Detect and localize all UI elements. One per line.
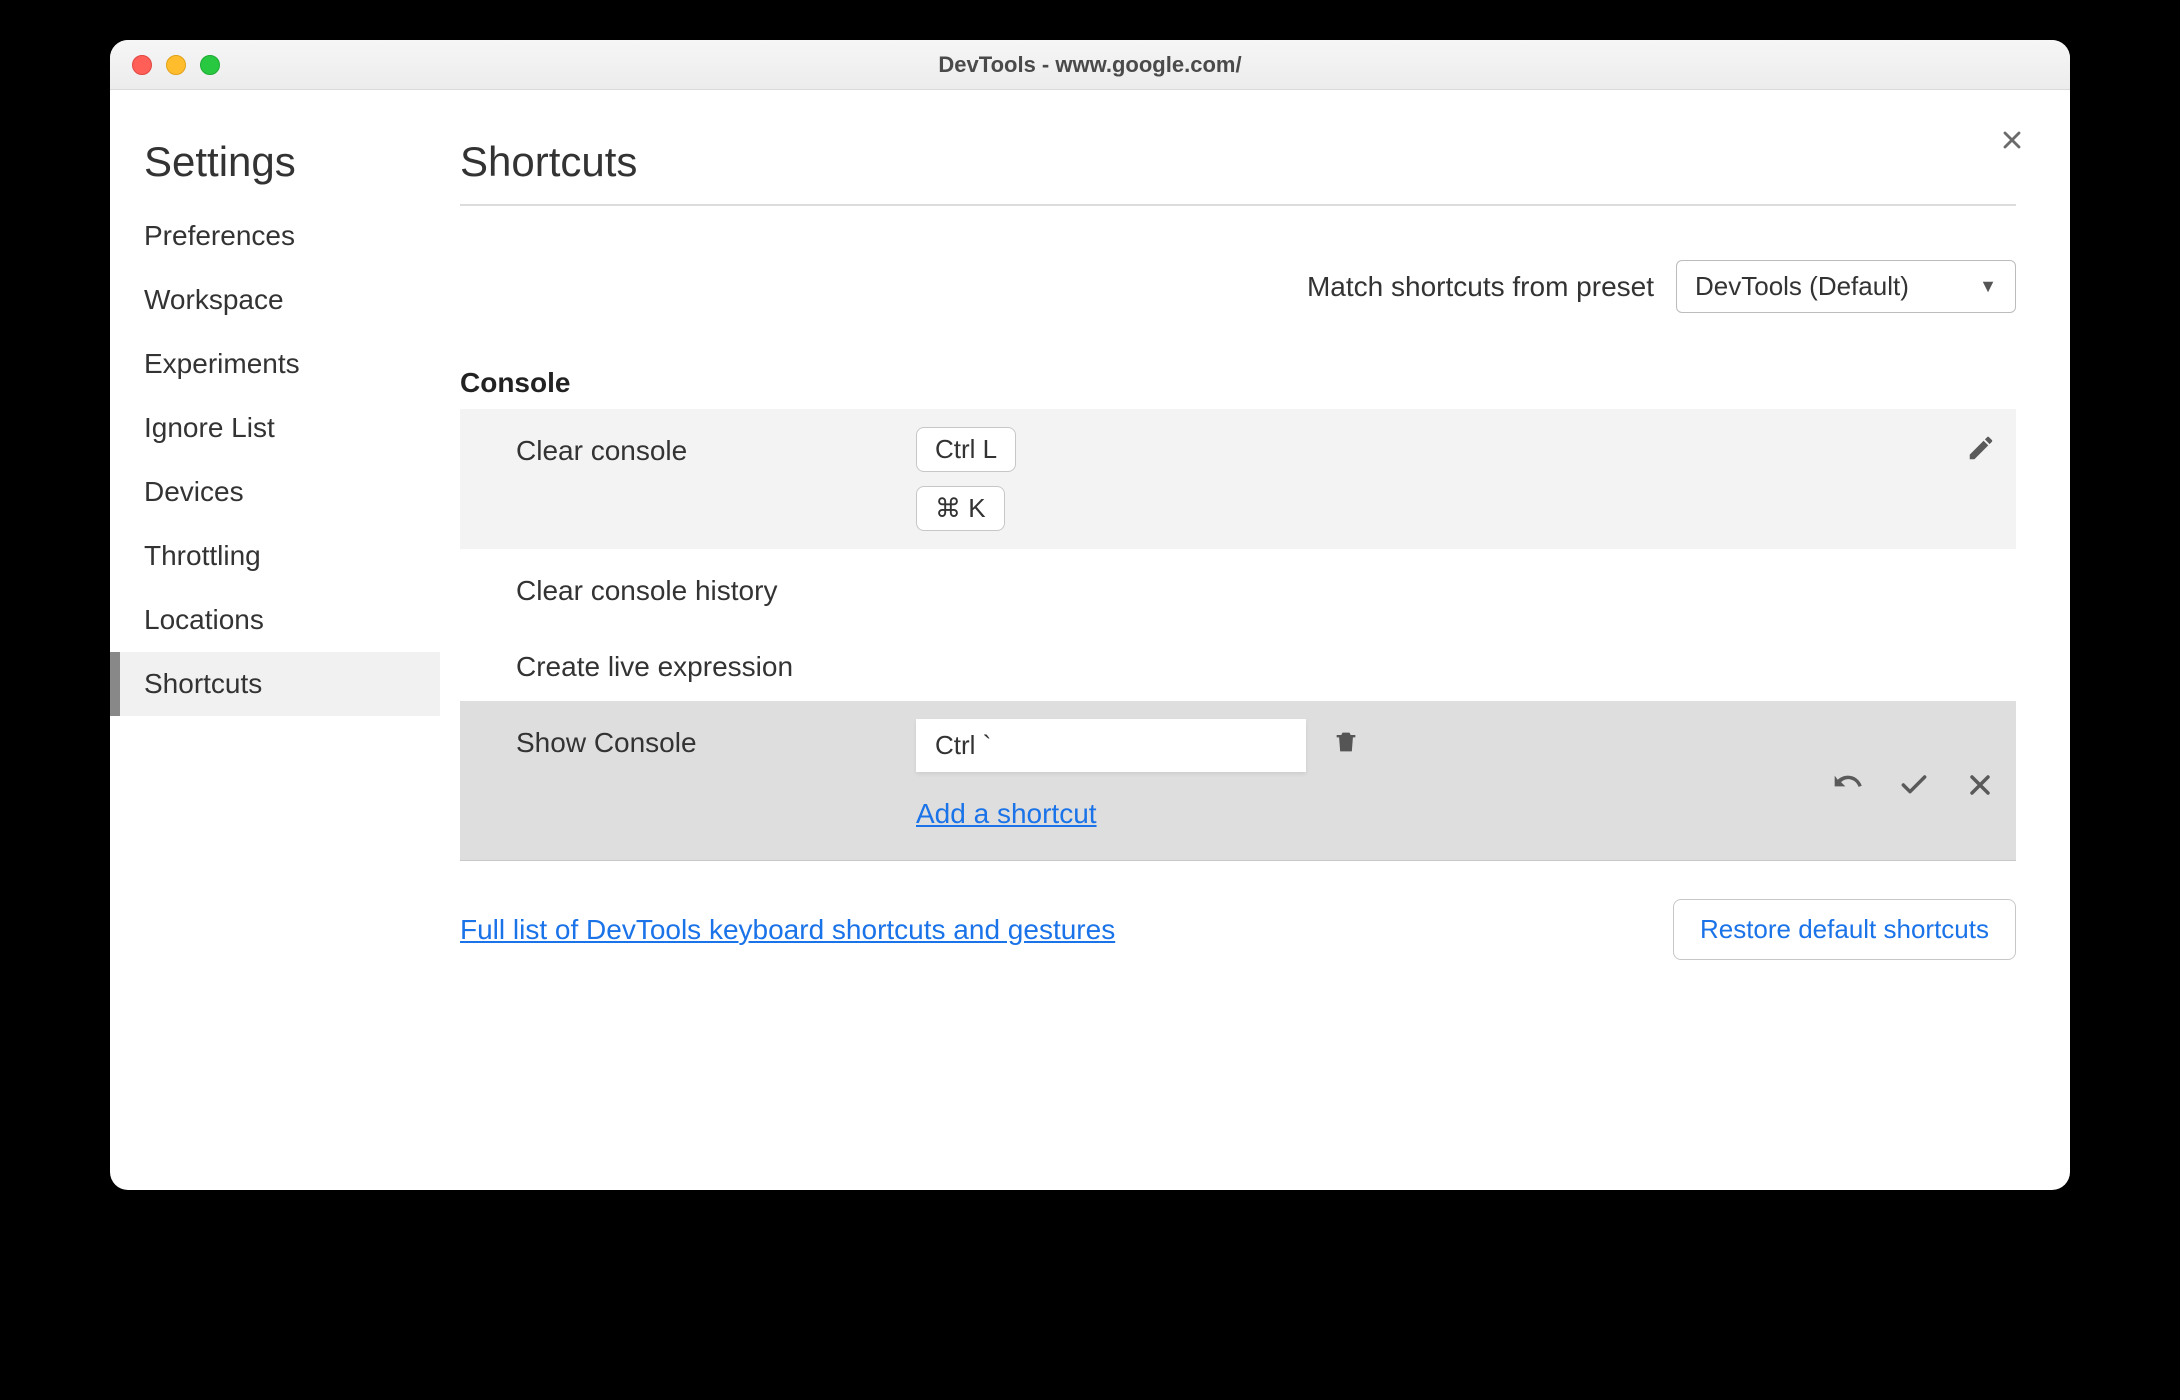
chevron-down-icon: ▼ <box>1979 276 1997 297</box>
sidebar-item-label: Throttling <box>144 540 261 571</box>
sidebar-item-experiments[interactable]: Experiments <box>110 332 440 396</box>
sidebar-item-label: Experiments <box>144 348 300 379</box>
sidebar: Settings Preferences Workspace Experimen… <box>110 90 440 1190</box>
shortcut-keys: Ctrl L ⌘ K <box>916 427 1966 531</box>
shortcut-row-editing: Show Console Add a shortcut <box>460 701 2016 861</box>
shortcut-input[interactable] <box>916 719 1306 772</box>
shortcut-label: Show Console <box>516 719 916 759</box>
trash-icon <box>1332 728 1360 756</box>
window-title: DevTools - www.google.com/ <box>110 52 2070 78</box>
sidebar-item-throttling[interactable]: Throttling <box>110 524 440 588</box>
shortcut-row: Create live expression <box>460 625 2016 701</box>
sidebar-item-label: Preferences <box>144 220 295 251</box>
sidebar-item-label: Workspace <box>144 284 284 315</box>
close-icon <box>1998 126 2026 154</box>
sidebar-item-label: Shortcuts <box>144 668 262 699</box>
undo-icon <box>1832 769 1864 801</box>
sidebar-heading: Settings <box>110 138 440 204</box>
confirm-button[interactable] <box>1898 769 1930 801</box>
content: Settings Preferences Workspace Experimen… <box>110 90 2070 1190</box>
preset-value: DevTools (Default) <box>1695 271 1909 302</box>
delete-shortcut-button[interactable] <box>1332 728 1360 763</box>
keycap: Ctrl L <box>916 427 1016 472</box>
cancel-button[interactable] <box>1964 769 1996 801</box>
sidebar-item-ignore-list[interactable]: Ignore List <box>110 396 440 460</box>
pencil-icon <box>1966 433 1996 463</box>
check-icon <box>1898 769 1930 801</box>
keycap: ⌘ K <box>916 486 1005 531</box>
preset-label: Match shortcuts from preset <box>1307 271 1654 303</box>
sidebar-item-shortcuts[interactable]: Shortcuts <box>110 652 440 716</box>
footer-row: Full list of DevTools keyboard shortcuts… <box>460 899 2016 960</box>
sidebar-item-workspace[interactable]: Workspace <box>110 268 440 332</box>
sidebar-item-locations[interactable]: Locations <box>110 588 440 652</box>
close-settings-button[interactable] <box>1998 126 2026 159</box>
shortcut-label: Clear console <box>516 427 916 467</box>
app-window: DevTools - www.google.com/ Settings Pref… <box>110 40 2070 1190</box>
sidebar-item-label: Locations <box>144 604 264 635</box>
shortcut-label: Clear console history <box>516 567 916 607</box>
titlebar: DevTools - www.google.com/ <box>110 40 2070 90</box>
shortcut-label: Create live expression <box>516 643 916 683</box>
sidebar-item-label: Devices <box>144 476 244 507</box>
preset-row: Match shortcuts from preset DevTools (De… <box>460 260 2016 313</box>
undo-button[interactable] <box>1832 769 1864 801</box>
sidebar-item-devices[interactable]: Devices <box>110 460 440 524</box>
preset-select[interactable]: DevTools (Default) ▼ <box>1676 260 2016 313</box>
add-shortcut-link[interactable]: Add a shortcut <box>916 798 1097 830</box>
page-title: Shortcuts <box>460 138 2016 206</box>
shortcut-row: Clear console Ctrl L ⌘ K <box>460 409 2016 549</box>
sidebar-item-preferences[interactable]: Preferences <box>110 204 440 268</box>
documentation-link[interactable]: Full list of DevTools keyboard shortcuts… <box>460 914 1115 946</box>
edit-shortcut-button[interactable] <box>1966 433 1996 463</box>
main-panel: Shortcuts Match shortcuts from preset De… <box>440 90 2070 1190</box>
close-icon <box>1964 769 1996 801</box>
section-title: Console <box>460 367 2016 399</box>
restore-defaults-button[interactable]: Restore default shortcuts <box>1673 899 2016 960</box>
sidebar-item-label: Ignore List <box>144 412 275 443</box>
shortcut-row: Clear console history <box>460 549 2016 625</box>
